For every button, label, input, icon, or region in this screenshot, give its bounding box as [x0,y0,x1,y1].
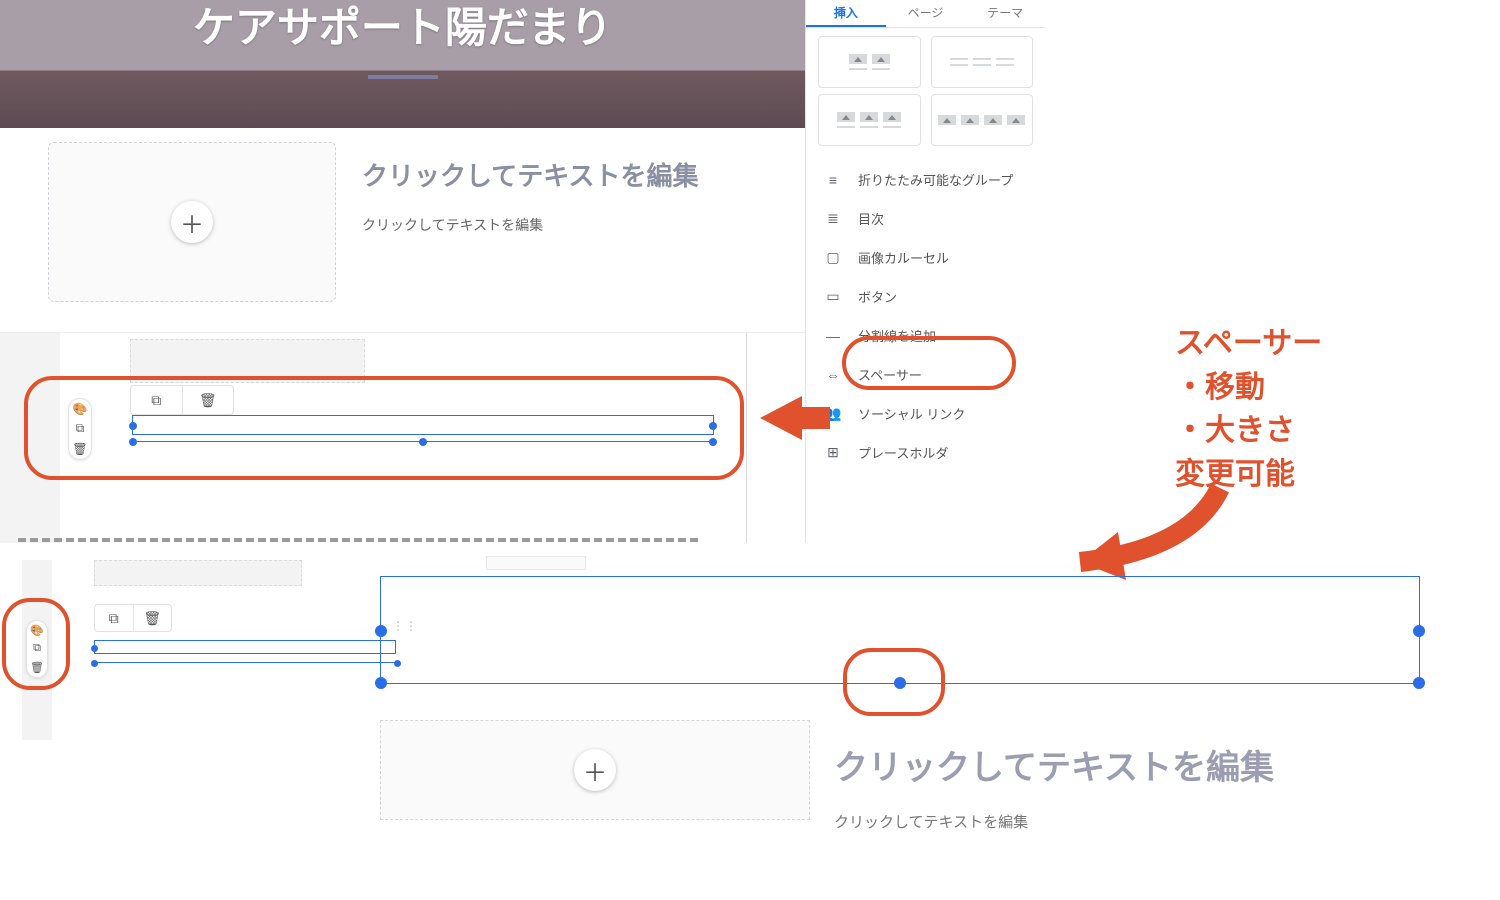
sidebar-tabs: 挿入 ページ テーマ [806,0,1045,28]
hero-banner: ケアサポート陽だまり [0,0,805,128]
annotation-line: ・大きさ [1175,409,1322,453]
label: ソーシャル リンク [858,404,965,423]
insert-divider[interactable]: — 分割線を追加 [806,316,1045,355]
arrow-left-icon [760,396,802,440]
right-sidebar: 挿入 ページ テーマ ≡折りたたみ可能なグループ ≣目 [805,0,1045,543]
section-side-toolbar[interactable]: 🎨 ⧉ 🗑 [26,620,48,678]
label: ボタン [858,287,897,306]
image-placeholder[interactable]: ＋ [380,720,810,820]
plus-icon: ＋ [180,205,204,240]
copy-icon[interactable]: ⧉ [33,642,41,655]
section-row-2: 🎨 ⧉ 🗑 ⧉ 🗑 [0,333,805,543]
label: 折りたたみ可能なグループ [858,170,1013,189]
plus-icon: ＋ [583,753,607,788]
tab-pages[interactable]: ページ [886,0,966,27]
spacer-icon: ⇔ [824,366,842,384]
copy-icon[interactable]: ⧉ [76,421,85,436]
column-guide [746,333,747,543]
resize-handle[interactable] [375,625,387,637]
section-side-toolbar[interactable]: 🎨 ⧉ 🗑 [68,398,92,460]
spacer-element-selected[interactable] [132,415,714,435]
editor-large-preview [380,556,1420,684]
site-title[interactable]: ケアサポート陽だまり [0,0,805,55]
tab-theme[interactable]: テーマ [965,0,1045,27]
section-body[interactable]: クリックしてテキストを編集 [362,215,698,235]
resize-handle[interactable] [709,438,717,446]
resize-handle[interactable] [91,645,98,652]
insert-list: ≡折りたたみ可能なグループ ≣目次 ▢画像カルーセル ▭ボタン —分割線を追加 … [806,146,1045,486]
annotation-line: ・移動 [1175,366,1322,410]
resize-handle[interactable] [375,677,387,689]
label: 画像カルーセル [858,248,949,267]
copy-icon[interactable]: ⧉ [95,605,133,631]
add-image-button[interactable]: ＋ [171,201,213,243]
resize-handle[interactable] [709,422,717,430]
section-body[interactable]: クリックしてテキストを編集 [834,811,1274,832]
insert-carousel[interactable]: ▢ 画像カルーセル [806,238,1045,277]
title-underline [368,75,438,79]
editor-small-preview: 🎨 ⧉ 🗑 ⧉ 🗑 ⋮⋮ [10,560,410,750]
trash-icon[interactable]: 🗑 [183,386,234,414]
resize-handle-bottom-center[interactable] [894,677,906,689]
divider-icon: — [824,327,842,345]
label: 分割線を追加 [858,326,936,345]
layout-template-1[interactable] [818,36,921,88]
resize-handle[interactable] [419,438,427,446]
resize-handle[interactable] [129,422,137,430]
section-heading[interactable]: クリックしてテキストを編集 [362,156,698,193]
image-placeholder[interactable]: ＋ [48,142,336,302]
trash-icon[interactable]: 🗑 [134,605,172,631]
label: 目次 [858,209,884,228]
element-toolbar[interactable]: ⧉ 🗑 [94,604,172,632]
trash-icon[interactable]: 🗑 [30,661,44,674]
ghost-card [486,556,586,570]
copy-icon[interactable]: ⧉ [131,386,182,414]
insert-spacer[interactable]: ⇔ スペーサー [806,355,1045,394]
annotation-title: スペーサー [1175,322,1322,366]
insert-social[interactable]: 👥ソーシャル リンク [806,394,1045,433]
palette-icon[interactable]: 🎨 [30,624,44,637]
annotation-text: スペーサー ・移動 ・大きさ 変更可能 [1175,322,1322,496]
insert-placeholder[interactable]: ⊞ プレースホルダ [806,433,1045,472]
resize-handle[interactable] [129,438,137,446]
layout-template-4[interactable] [931,94,1034,146]
label: スペーサー [858,365,922,384]
toc-icon: ≣ [824,210,842,228]
resize-handle[interactable] [1413,677,1425,689]
insert-collapsible[interactable]: ≡ 折りたたみ可能なグループ [806,160,1045,199]
resize-handle[interactable] [1413,625,1425,637]
insert-button[interactable]: ▭ ボタン [806,277,1045,316]
layout-template-2[interactable] [931,36,1034,88]
spacer-element-large[interactable] [380,576,1420,684]
resize-handle[interactable] [91,660,98,667]
tab-insert[interactable]: 挿入 [806,0,886,27]
placeholder-icon: ⊞ [824,444,842,462]
ghost-card [130,339,365,383]
section-heading[interactable]: クリックしてテキストを編集 [834,740,1274,789]
label: プレースホルダ [858,443,948,462]
collapsible-icon: ≡ [824,171,842,189]
ghost-card [94,560,302,586]
section-row-1: ＋ クリックしてテキストを編集 クリックしてテキストを編集 [0,128,805,333]
button-icon: ▭ [824,288,842,306]
layout-template-3[interactable] [818,94,921,146]
element-toolbar[interactable]: ⧉ 🗑 [130,385,234,415]
figure-divider [18,538,698,542]
add-image-button[interactable]: ＋ [574,749,616,791]
insert-toc[interactable]: ≣ 目次 [806,199,1045,238]
palette-icon[interactable]: 🎨 [73,402,88,416]
carousel-icon: ▢ [824,249,842,267]
spacer-element-selected[interactable] [94,640,396,654]
trash-icon[interactable]: 🗑 [72,442,87,456]
